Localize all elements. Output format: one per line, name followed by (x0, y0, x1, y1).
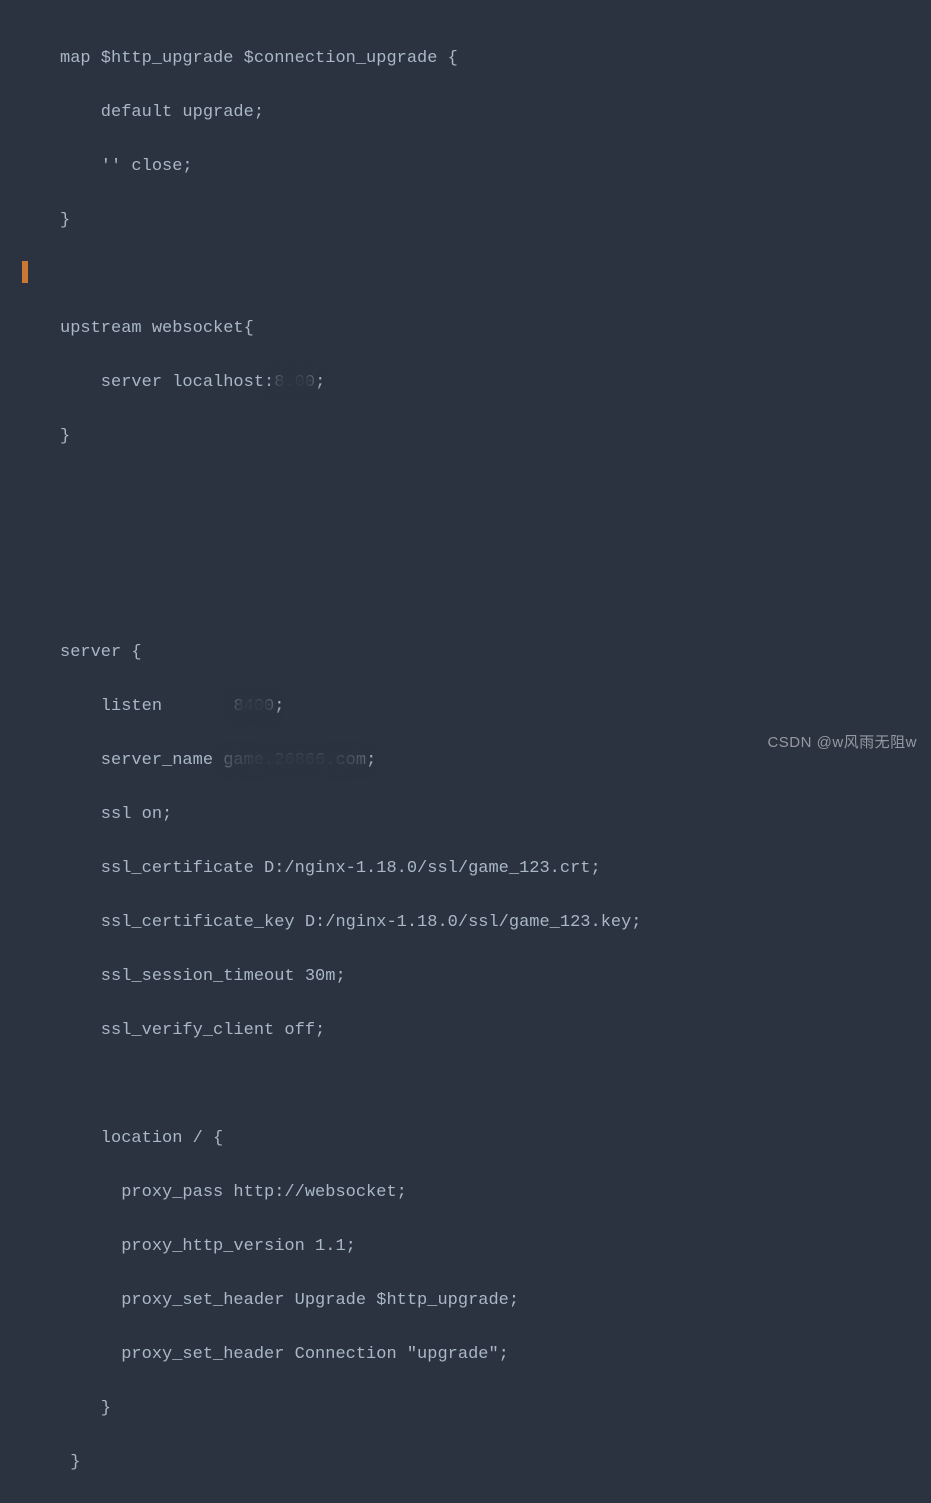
caret-indicator (22, 261, 28, 283)
code-line: proxy_set_header Upgrade $http_upgrade; (60, 1287, 931, 1314)
code-line (60, 477, 931, 504)
code-line: proxy_pass http://websocket; (60, 1179, 931, 1206)
code-line (60, 585, 931, 612)
code-line: map $http_upgrade $connection_upgrade { (60, 45, 931, 72)
code-line: ssl_session_timeout 30m; (60, 963, 931, 990)
code-line: proxy_http_version 1.1; (60, 1233, 931, 1260)
code-line: } (60, 207, 931, 234)
code-line: server { (60, 639, 931, 666)
code-line (60, 1071, 931, 1098)
code-line: listen 8400; (60, 693, 931, 720)
code-line: '' close; (60, 153, 931, 180)
code-line: } (60, 1395, 931, 1422)
code-line: upstream websocket{ (60, 315, 931, 342)
code-line: server localhost:8.00; (60, 369, 931, 396)
redacted-listen-port: 8400 (233, 693, 274, 720)
code-line: } (60, 423, 931, 450)
code-line: default upgrade; (60, 99, 931, 126)
code-line: } (60, 1449, 931, 1476)
watermark: CSDN @w风雨无阻w (767, 729, 917, 756)
code-line: ssl_verify_client off; (60, 1017, 931, 1044)
code-line: ssl_certificate D:/nginx-1.18.0/ssl/game… (60, 855, 931, 882)
editor-gutter (0, 0, 28, 764)
redacted-server-name: game.26866.com (223, 747, 366, 774)
code-line: location / { (60, 1125, 931, 1152)
code-line (60, 261, 931, 288)
redacted-port: 8.00 (274, 369, 315, 396)
code-line: ssl_certificate_key D:/nginx-1.18.0/ssl/… (60, 909, 931, 936)
code-line: ssl on; (60, 801, 931, 828)
code-line (60, 531, 931, 558)
code-line: proxy_set_header Connection "upgrade"; (60, 1341, 931, 1368)
